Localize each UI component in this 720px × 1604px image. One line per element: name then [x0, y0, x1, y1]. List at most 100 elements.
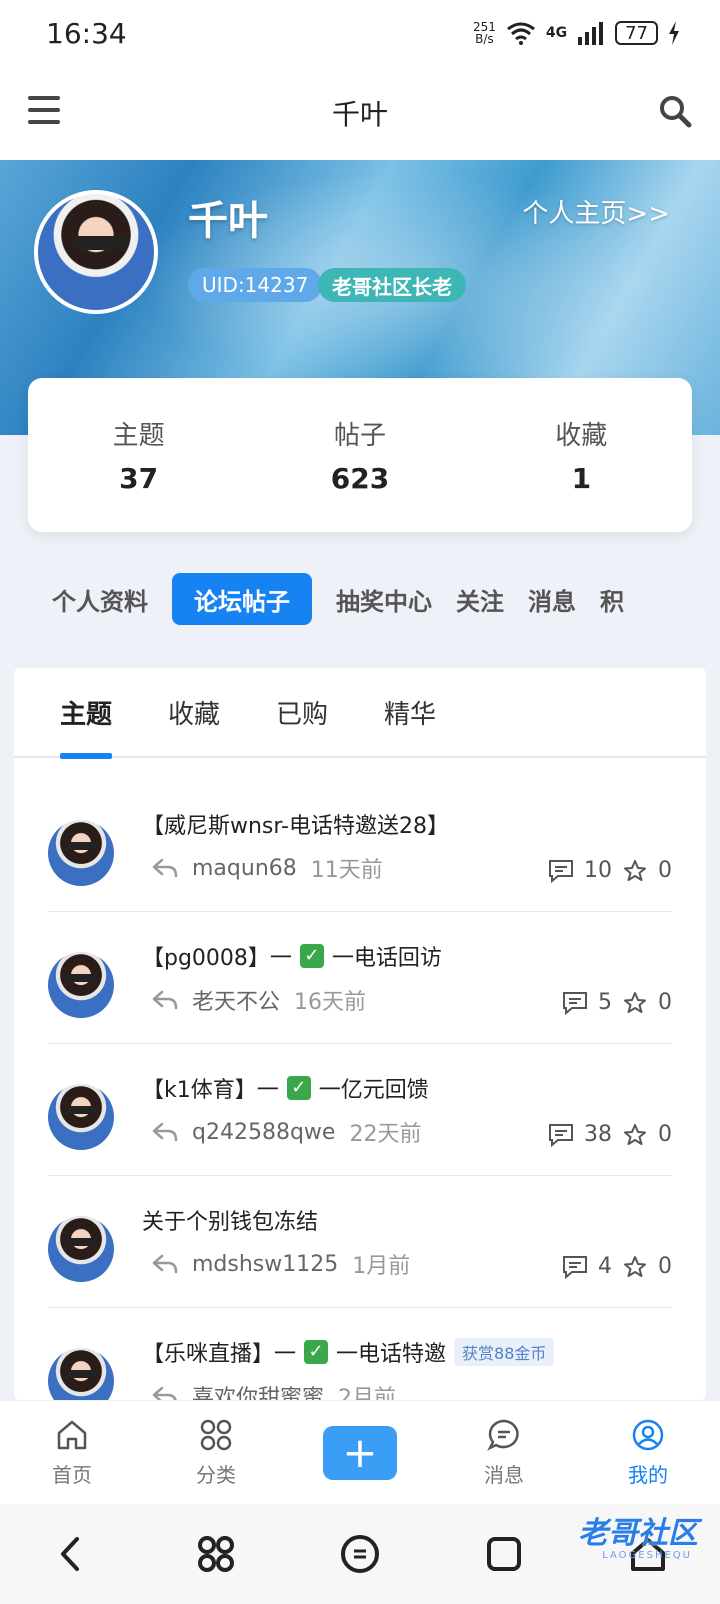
subtab-topics[interactable]: 主题 — [60, 668, 113, 759]
post-time: 11天前 — [310, 858, 383, 883]
post-item[interactable]: 【pg0008】一 ✓ 一电话回访 老天不公 16天前 5 0 — [48, 912, 672, 1044]
post-meta: q242588qwe 22天前 — [152, 1116, 421, 1148]
nav-home[interactable]: 首页 — [17, 1417, 127, 1488]
check-icon: ✓ — [286, 1076, 311, 1100]
post-time: 2月前 — [338, 1386, 397, 1400]
post-title[interactable]: 【乐咪直播】一 ✓ 一电话特邀 获赏88金币 — [142, 1336, 555, 1368]
nav-label: 消息 — [484, 1463, 524, 1487]
reply-icon — [152, 858, 178, 878]
post-counts: 4 0 — [562, 1254, 672, 1279]
stat-value: 623 — [330, 462, 390, 495]
user-icon — [632, 1419, 664, 1451]
stat-label: 帖子 — [333, 421, 386, 451]
nav-category[interactable]: 分类 — [161, 1417, 271, 1488]
comment-icon — [549, 859, 573, 883]
home-circle-icon[interactable] — [339, 1533, 381, 1575]
tab-lottery[interactable]: 抽奖中心 — [336, 573, 432, 625]
post-title[interactable]: 【pg0008】一 ✓ 一电话回访 — [142, 940, 442, 972]
comment-count: 4 — [598, 1254, 612, 1279]
profile-nav-tabs: 个人资料 论坛帖子 抽奖中心 关注 消息 积 — [0, 573, 720, 625]
subtab-favorites[interactable]: 收藏 — [168, 668, 220, 757]
charging-icon — [669, 21, 679, 45]
post-item[interactable]: 【k1体育】一 ✓ 一亿元回馈 q242588qwe 22天前 38 0 — [48, 1044, 672, 1176]
comment-icon — [563, 991, 587, 1015]
nav-label: 首页 — [52, 1463, 92, 1487]
net-speed: 251 B/s — [472, 20, 496, 46]
post-time: 16天前 — [294, 990, 367, 1015]
nav-messages[interactable]: 消息 — [449, 1417, 559, 1488]
signal-label: 4G — [545, 25, 568, 41]
comment-count: 5 — [598, 990, 612, 1015]
stat-topics[interactable]: 主题 37 — [59, 415, 219, 495]
stat-label: 主题 — [112, 421, 165, 451]
post-item[interactable]: 关于个别钱包冻结 mdshsw1125 1月前 4 0 — [48, 1176, 672, 1308]
uid-badge: UID:14237 — [188, 268, 323, 302]
watermark-logo: 老哥社区 — [578, 1516, 698, 1551]
last-reply-user[interactable]: mdshsw1125 — [192, 1252, 338, 1277]
rank-badge: 老哥社区长老 — [318, 268, 466, 302]
star-icon — [624, 859, 646, 881]
bottom-nav: 首页 分类 + 消息 我的 — [0, 1400, 720, 1504]
subtab-purchased[interactable]: 已购 — [276, 668, 328, 757]
tab-messages[interactable]: 消息 — [528, 573, 576, 625]
back-icon[interactable] — [51, 1533, 93, 1575]
tab-forum-posts[interactable]: 论坛帖子 — [172, 573, 312, 625]
star-icon — [624, 1255, 646, 1277]
homepage-link[interactable]: 个人主页>> — [522, 193, 670, 230]
last-reply-user[interactable]: q242588qwe — [192, 1120, 335, 1145]
comment-count: 38 — [584, 1122, 612, 1147]
tab-follow[interactable]: 关注 — [456, 573, 504, 625]
reply-icon — [152, 990, 178, 1010]
tab-points[interactable]: 积 — [600, 573, 624, 625]
post-meta: 老天不公 16天前 — [152, 984, 366, 1016]
last-reply-user[interactable]: 老天不公 — [192, 984, 280, 1016]
sub-tabs: 主题 收藏 已购 精华 — [14, 668, 706, 759]
post-list: 【威尼斯wnsr-电话特邀送28】 maqun68 11天前 10 0 【pg0… — [14, 780, 706, 1400]
nav-me[interactable]: 我的 — [593, 1417, 703, 1488]
chat-icon — [487, 1419, 519, 1451]
star-count: 0 — [658, 858, 672, 883]
author-avatar[interactable] — [48, 952, 114, 1018]
stat-favorites[interactable]: 收藏 1 — [501, 415, 661, 495]
author-avatar[interactable] — [48, 1084, 114, 1150]
plus-icon[interactable]: + — [323, 1425, 397, 1480]
post-title[interactable]: 【威尼斯wnsr-电话特邀送28】 — [142, 808, 449, 840]
comment-icon — [563, 1255, 587, 1279]
recents-icon[interactable] — [483, 1533, 525, 1575]
status-icons: 251 B/s 4G 77 — [473, 21, 680, 45]
comment-icon — [549, 1123, 573, 1147]
stat-posts[interactable]: 帖子 623 — [280, 415, 440, 495]
apps-icon[interactable] — [195, 1533, 237, 1575]
star-count: 0 — [658, 1254, 672, 1279]
comment-count: 10 — [584, 858, 612, 883]
nav-label: 分类 — [196, 1463, 236, 1487]
menu-icon[interactable] — [28, 96, 60, 124]
nav-label: 我的 — [628, 1463, 668, 1487]
home-icon — [57, 1420, 87, 1450]
last-reply-user[interactable]: maqun68 — [192, 856, 297, 881]
author-avatar[interactable] — [48, 1216, 114, 1282]
last-reply-user[interactable]: 喜欢你甜蜜蜜 — [192, 1380, 324, 1400]
author-avatar[interactable] — [48, 820, 114, 886]
author-avatar[interactable] — [48, 1348, 114, 1400]
nav-post[interactable]: + — [305, 1425, 415, 1480]
tab-profile[interactable]: 个人资料 — [52, 573, 148, 625]
stat-value: 37 — [119, 462, 159, 495]
check-icon: ✓ — [299, 944, 324, 968]
post-title[interactable]: 【k1体育】一 ✓ 一亿元回馈 — [142, 1072, 429, 1104]
post-item[interactable]: 【威尼斯wnsr-电话特邀送28】 maqun68 11天前 10 0 — [48, 780, 672, 912]
post-time: 1月前 — [352, 1254, 411, 1279]
search-icon[interactable] — [658, 94, 692, 128]
reward-badge: 获赏88金币 — [454, 1338, 555, 1366]
stats-card: 主题 37 帖子 623 收藏 1 — [28, 378, 692, 532]
post-item[interactable]: 【乐咪直播】一 ✓ 一电话特邀 获赏88金币 喜欢你甜蜜蜜 2月前 — [48, 1308, 672, 1400]
post-counts: 38 0 — [548, 1122, 672, 1147]
profile-avatar[interactable] — [34, 190, 158, 314]
battery-indicator: 77 — [615, 21, 658, 45]
post-title[interactable]: 关于个别钱包冻结 — [142, 1204, 318, 1236]
grid-icon — [200, 1419, 232, 1451]
reply-icon — [152, 1386, 177, 1400]
star-count: 0 — [658, 1122, 672, 1147]
title-bar: 千叶 — [0, 66, 720, 160]
subtab-featured[interactable]: 精华 — [384, 668, 436, 757]
